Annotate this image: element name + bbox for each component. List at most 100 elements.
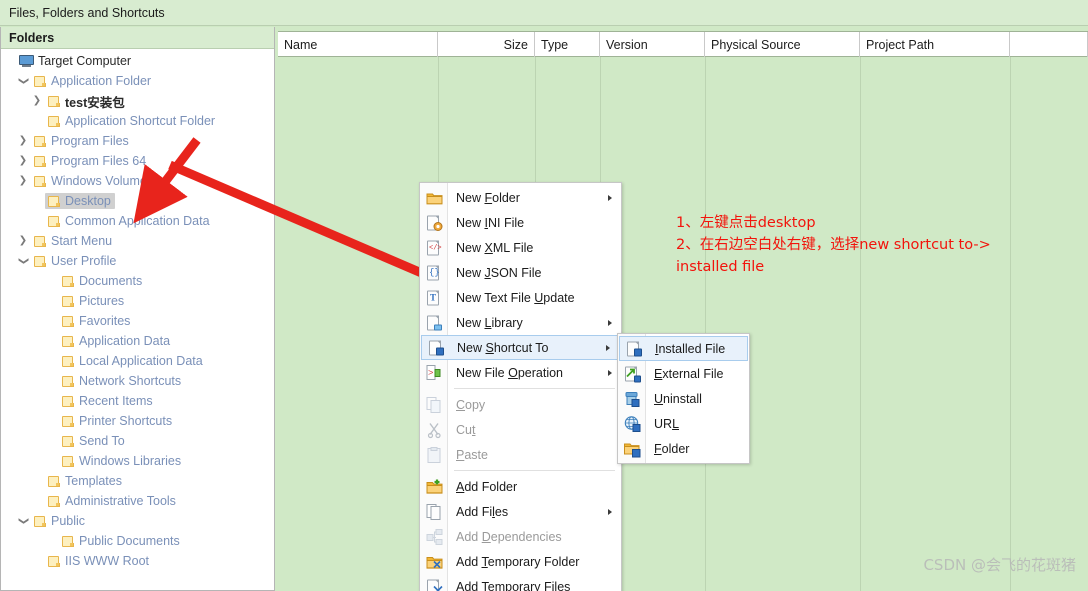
new-json-file-icon: {} xyxy=(426,264,443,281)
menu-item-new-xml-file[interactable]: </> New XML File xyxy=(420,235,621,260)
tree-item-content[interactable]: Favorites xyxy=(59,313,134,329)
tree-item-content[interactable]: Start Menu xyxy=(31,233,116,249)
tree-item-content[interactable]: Documents xyxy=(59,273,146,289)
tree-item-pictures[interactable]: ❯Pictures xyxy=(1,291,274,311)
external-file-icon xyxy=(624,365,641,382)
column-header-version[interactable]: Version xyxy=(600,32,705,57)
tree-item-windows-volume[interactable]: ❯ Windows Volume xyxy=(1,171,274,191)
tree-item-program-files[interactable]: ❯ Program Files xyxy=(1,131,274,151)
menu-item-add-temporary-folder[interactable]: Add Temporary Folder xyxy=(420,549,621,574)
tree-item-public-documents[interactable]: ❯Public Documents xyxy=(1,531,274,551)
folders-tree[interactable]: ❯Target Computer❯Application Folder❯test… xyxy=(1,49,274,589)
tree-item-recent-items[interactable]: ❯Recent Items xyxy=(1,391,274,411)
chevron-down-icon[interactable]: ❯ xyxy=(18,73,29,89)
tree-item-printer-shortcuts[interactable]: ❯Printer Shortcuts xyxy=(1,411,274,431)
tree-item-content[interactable]: Recent Items xyxy=(59,393,157,409)
folder-icon xyxy=(61,435,75,448)
submenu-item-folder[interactable]: Folder xyxy=(618,436,749,461)
menu-item-new-ini-file[interactable]: New INI File xyxy=(420,210,621,235)
menu-item-new-shortcut-to[interactable]: New Shortcut To xyxy=(421,335,620,360)
tree-item-content[interactable]: Common Application Data xyxy=(45,213,214,229)
column-header-type[interactable]: Type xyxy=(535,32,600,57)
submenu-item-external-file[interactable]: External File xyxy=(618,361,749,386)
tree-item-content[interactable]: Printer Shortcuts xyxy=(59,413,176,429)
tree-item-administrative-tools[interactable]: ❯Administrative Tools xyxy=(1,491,274,511)
chevron-right-icon[interactable]: ❯ xyxy=(15,136,31,146)
tree-item-content[interactable]: Administrative Tools xyxy=(45,493,180,509)
tree-item-start-menu[interactable]: ❯ Start Menu xyxy=(1,231,274,251)
column-header-name[interactable]: Name xyxy=(278,32,438,57)
tree-item-desktop[interactable]: ❯Desktop xyxy=(1,191,274,211)
column-header-size[interactable]: Size xyxy=(438,32,535,57)
submenu-item-url[interactable]: URL xyxy=(618,411,749,436)
tree-item-common-application-data[interactable]: ❯Common Application Data xyxy=(1,211,274,231)
column-header-blank[interactable] xyxy=(1010,32,1088,57)
tree-item-templates[interactable]: ❯Templates xyxy=(1,471,274,491)
chevron-right-icon[interactable]: ❯ xyxy=(15,236,31,246)
context-menu[interactable]: New Folder New INI File </> New XML File {} N… xyxy=(419,182,622,591)
tree-item-public[interactable]: ❯ Public xyxy=(1,511,274,531)
menu-item-label: Cut xyxy=(456,422,476,437)
tree-item-test[interactable]: ❯ test安装包 xyxy=(1,91,274,111)
tree-item-application-shortcut-folder[interactable]: ❯Application Shortcut Folder xyxy=(1,111,274,131)
menu-item-new-json-file[interactable]: {} New JSON File xyxy=(420,260,621,285)
folder-icon xyxy=(61,415,75,428)
tree-item-application-folder[interactable]: ❯ Application Folder xyxy=(1,71,274,91)
chevron-right-icon[interactable]: ❯ xyxy=(15,156,31,166)
tree-item-target-computer[interactable]: ❯Target Computer xyxy=(1,51,274,71)
tree-item-content[interactable]: Network Shortcuts xyxy=(59,373,185,389)
tree-item-content[interactable]: User Profile xyxy=(31,253,120,269)
copy-icon xyxy=(426,396,443,413)
context-submenu-new-shortcut-to[interactable]: Installed File External File Uninstall URL F… xyxy=(617,333,750,464)
menu-item-add-files[interactable]: Add Files xyxy=(420,499,621,524)
chevron-down-icon[interactable]: ❯ xyxy=(18,253,29,269)
folder-icon xyxy=(61,335,75,348)
tree-item-application-data[interactable]: ❯Application Data xyxy=(1,331,274,351)
tree-item-local-application-data[interactable]: ❯Local Application Data xyxy=(1,351,274,371)
tree-item-windows-libraries[interactable]: ❯Windows Libraries xyxy=(1,451,274,471)
tree-item-program-files-64[interactable]: ❯ Program Files 64 xyxy=(1,151,274,171)
app-window: Files, Folders and Shortcuts Folders ❯Ta… xyxy=(0,0,1088,591)
tree-item-user-profile[interactable]: ❯ User Profile xyxy=(1,251,274,271)
tree-item-content[interactable]: Application Shortcut Folder xyxy=(45,113,219,129)
tree-item-content[interactable]: Pictures xyxy=(59,293,128,309)
column-header-project-path[interactable]: Project Path xyxy=(860,32,1010,57)
cut-icon xyxy=(426,421,443,438)
tree-item-content[interactable]: Application Data xyxy=(59,333,174,349)
tree-item-network-shortcuts[interactable]: ❯Network Shortcuts xyxy=(1,371,274,391)
tree-item-documents[interactable]: ❯Documents xyxy=(1,271,274,291)
tree-item-content[interactable]: Desktop xyxy=(45,193,115,209)
tree-item-content[interactable]: test安装包 xyxy=(45,91,129,112)
tree-item-label: Recent Items xyxy=(79,394,153,408)
tree-item-content[interactable]: IIS WWW Root xyxy=(45,553,153,569)
submenu-item-uninstall[interactable]: Uninstall xyxy=(618,386,749,411)
tree-item-content[interactable]: Templates xyxy=(45,473,126,489)
menu-item-add-folder[interactable]: Add Folder xyxy=(420,474,621,499)
menu-item-add-temporary-files[interactable]: Add Temporary Files xyxy=(420,574,621,591)
chevron-right-icon[interactable]: ❯ xyxy=(29,96,45,106)
tree-item-content[interactable]: Windows Volume xyxy=(31,173,151,189)
tree-item-content[interactable]: Public xyxy=(31,513,89,529)
tree-item-content[interactable]: Windows Libraries xyxy=(59,453,185,469)
submenu-item-installed-file[interactable]: Installed File xyxy=(619,336,748,361)
tree-item-send-to[interactable]: ❯Send To xyxy=(1,431,274,451)
svg-text:>: > xyxy=(428,368,433,378)
menu-item-new-text-file-update[interactable]: T New Text File Update xyxy=(420,285,621,310)
tree-item-content[interactable]: Target Computer xyxy=(17,53,135,69)
chevron-right-icon[interactable]: ❯ xyxy=(15,176,31,186)
menu-item-new-folder[interactable]: New Folder xyxy=(420,185,621,210)
menu-item-new-file-operation[interactable]: > New File Operation xyxy=(420,360,621,385)
tree-item-content[interactable]: Program Files xyxy=(31,133,133,149)
menu-item-new-library[interactable]: New Library xyxy=(420,310,621,335)
tree-item-content[interactable]: Local Application Data xyxy=(59,353,207,369)
tree-item-content[interactable]: Public Documents xyxy=(59,533,184,549)
list-column-header[interactable]: Name Size Type Version Physical Source Projec… xyxy=(278,31,1088,57)
tree-item-favorites[interactable]: ❯Favorites xyxy=(1,311,274,331)
chevron-down-icon[interactable]: ❯ xyxy=(18,513,29,529)
tree-item-content[interactable]: Application Folder xyxy=(31,73,155,89)
column-header-physical-source[interactable]: Physical Source xyxy=(705,32,860,57)
menu-item-label: New Library xyxy=(456,315,523,330)
tree-item-iis-www-root[interactable]: ❯IIS WWW Root xyxy=(1,551,274,571)
tree-item-content[interactable]: Program Files 64 xyxy=(31,153,150,169)
tree-item-content[interactable]: Send To xyxy=(59,433,129,449)
